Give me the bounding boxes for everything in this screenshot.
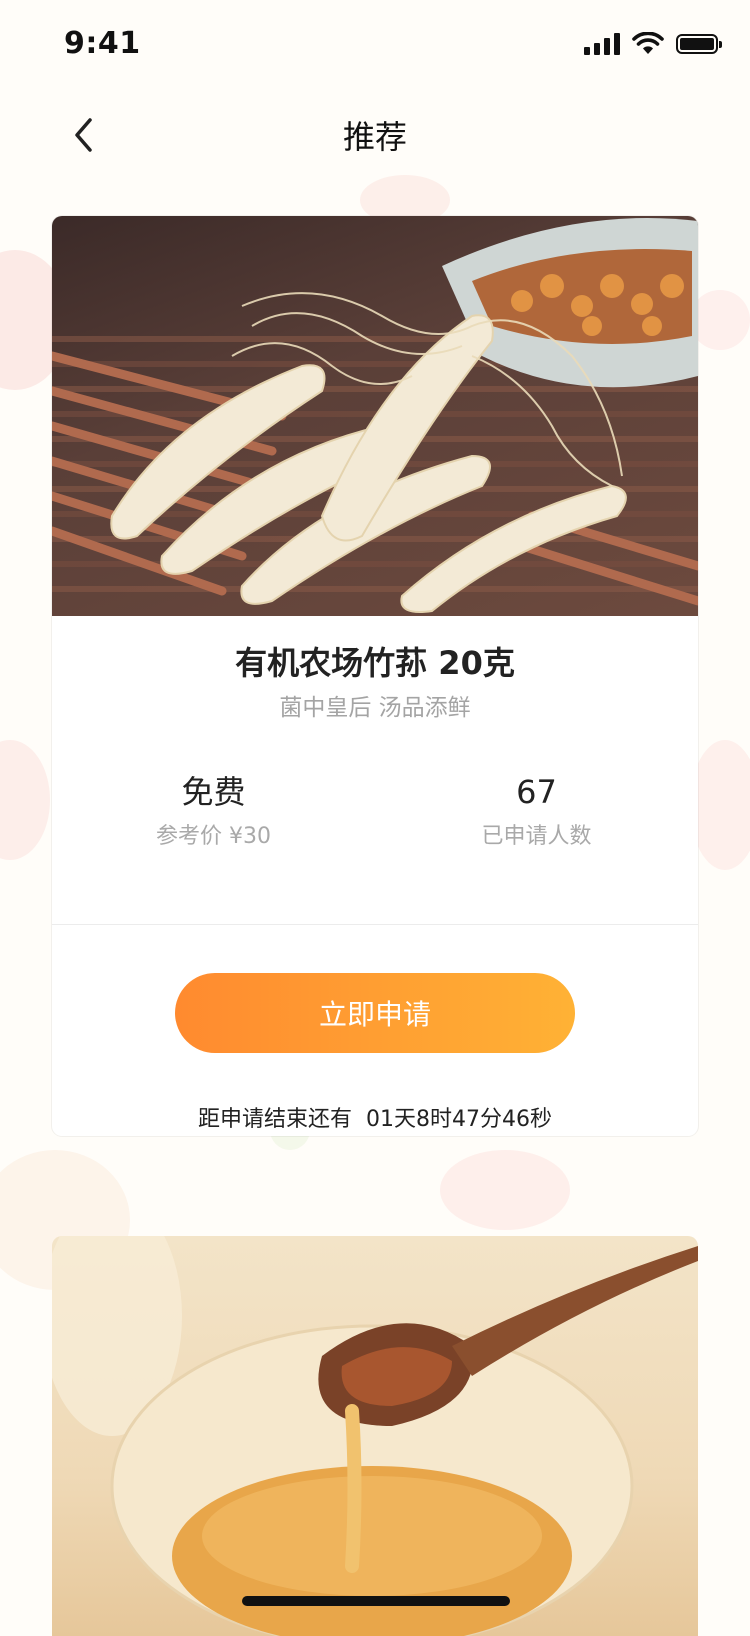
status-icons	[584, 32, 722, 56]
countdown-text: 距申请结束还有 01天8时47分46秒	[198, 1107, 552, 1132]
apply-now-button[interactable]: 立即申请	[175, 973, 575, 1053]
applicants-stat: 67 已申请人数	[375, 770, 698, 866]
product-card[interactable]: 有机农场竹荪 20克 菌中皇后 汤品添鲜 免费 参考价 ¥30 67 已申请人数…	[52, 216, 698, 1136]
product-title: 有机农场竹荪 20克	[235, 644, 515, 682]
bg-decoration	[0, 740, 50, 860]
price-stat: 免费 参考价 ¥30	[52, 770, 375, 866]
product-stats: 免费 参考价 ¥30 67 已申请人数	[52, 770, 698, 866]
applicants-label: 已申请人数	[481, 824, 592, 849]
status-bar: 9:41	[0, 0, 750, 92]
divider	[52, 924, 698, 925]
bg-decoration	[440, 1150, 570, 1230]
bg-decoration	[690, 740, 750, 870]
applicants-count: 67	[516, 773, 557, 811]
product-subtitle: 菌中皇后 汤品添鲜	[279, 695, 471, 721]
nav-bar: 推荐	[0, 92, 750, 180]
bamboo-fungus-illustration	[52, 218, 698, 613]
product-card-2[interactable]	[52, 1236, 698, 1636]
wifi-icon	[632, 32, 664, 54]
reference-price-label: 参考价 ¥30	[156, 824, 271, 849]
honey-spoon-illustration	[52, 1236, 698, 1636]
price-value: 免费	[181, 773, 246, 811]
battery-icon	[676, 34, 722, 54]
bg-decoration	[690, 290, 750, 350]
home-indicator	[242, 1596, 510, 1606]
product-image	[52, 216, 698, 616]
page-title: 推荐	[342, 118, 407, 156]
product-info: 有机农场竹荪 20克 菌中皇后 汤品添鲜 免费 参考价 ¥30 67 已申请人数	[52, 616, 698, 866]
signal-icon	[584, 33, 620, 55]
status-time: 9:41	[64, 26, 141, 61]
